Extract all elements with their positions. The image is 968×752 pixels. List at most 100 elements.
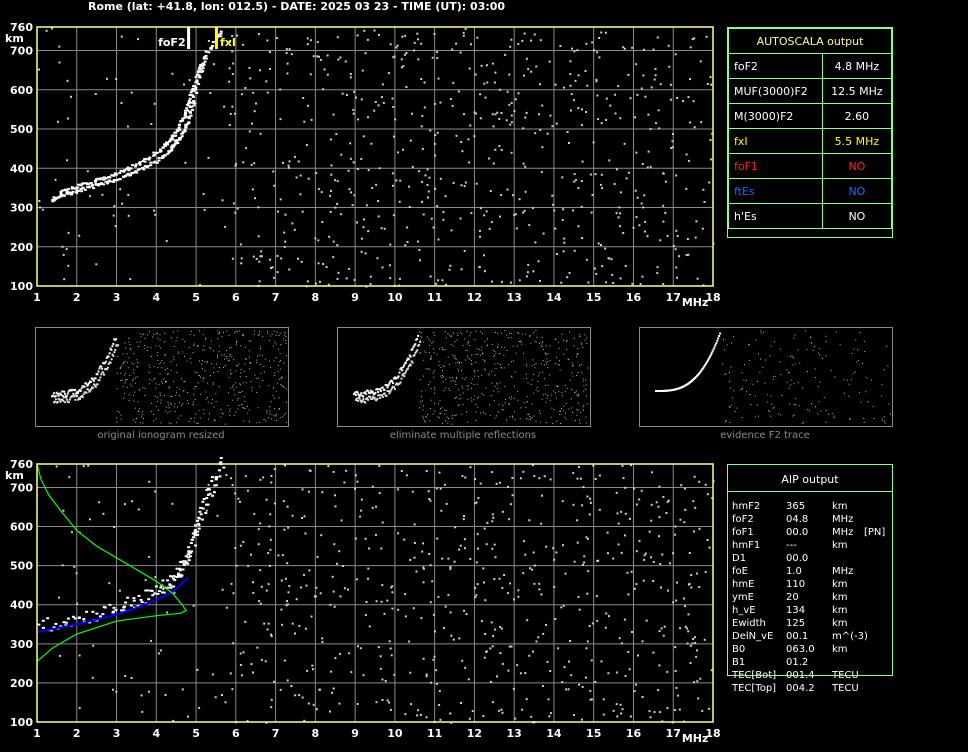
noise-dot <box>224 701 227 704</box>
thumbnail-dot <box>133 394 135 396</box>
trace-point <box>118 178 122 180</box>
aip-title-divider <box>728 491 892 492</box>
noise-dot <box>362 135 365 138</box>
thumbnail-dot <box>235 386 237 388</box>
noise-dot <box>224 225 227 228</box>
noise-dot <box>367 577 369 580</box>
thumbnail-dot <box>563 409 565 411</box>
thumbnail-dot <box>780 374 782 375</box>
thumbnail-dot <box>277 371 279 373</box>
noise-dot <box>617 522 620 525</box>
noise-dot <box>317 239 320 242</box>
trace-point <box>188 97 192 100</box>
noise-dot <box>239 664 242 666</box>
thumbnail-dot <box>128 337 130 339</box>
thumbnail-dot <box>760 330 762 332</box>
trace-point <box>156 592 160 595</box>
thumbnail-dot <box>734 411 736 413</box>
thumbnail-trace <box>110 358 113 361</box>
thumbnail-dot <box>158 409 159 411</box>
thumbnail-dot <box>775 375 777 377</box>
noise-dot <box>494 148 497 151</box>
thumbnail-dot <box>529 335 531 337</box>
noise-dot <box>621 708 624 711</box>
thumbnail-dot <box>530 417 532 419</box>
noise-dot <box>405 52 408 54</box>
noise-dot <box>610 258 613 261</box>
aip-name: TEC[Bot] <box>732 670 777 681</box>
noise-dot <box>234 492 237 495</box>
thumbnail-trace <box>379 397 382 399</box>
noise-dot <box>164 694 167 696</box>
noise-dot <box>449 568 452 571</box>
thumbnail-dot <box>116 417 118 419</box>
noise-dot <box>202 193 205 196</box>
noise-dot <box>488 227 491 230</box>
noise-dot <box>642 206 645 209</box>
noise-dot <box>439 718 442 721</box>
thumbnail-dot <box>467 421 468 423</box>
thumbnail-dot <box>568 408 570 410</box>
thumbnail-dot <box>544 352 546 354</box>
noise-dot <box>604 31 607 34</box>
thumbnail-dot <box>135 422 137 423</box>
noise-dot <box>235 564 238 567</box>
noise-dot <box>233 112 236 115</box>
trace-point <box>171 134 175 137</box>
thumbnail-dot <box>755 339 757 341</box>
thumbnail-dot <box>434 410 436 412</box>
noise-dot <box>425 470 428 472</box>
noise-dot <box>516 664 519 667</box>
thumbnail-dot <box>135 377 136 379</box>
thumbnail-trace <box>98 379 101 382</box>
trace-point <box>194 76 198 79</box>
thumbnail-dot <box>125 372 127 374</box>
noise-dot <box>433 33 436 35</box>
thumbnail-dot <box>491 343 493 345</box>
thumbnail-dot <box>260 372 262 374</box>
thumbnail-dot <box>587 367 589 369</box>
noise-dot <box>475 501 478 504</box>
x-tick-label: 9 <box>351 727 359 740</box>
thumbnail-dot <box>577 402 579 404</box>
noise-dot <box>248 66 251 69</box>
noise-dot <box>600 122 603 125</box>
noise-dot <box>239 500 241 503</box>
noise-dot <box>573 249 576 252</box>
thumbnail-trace <box>73 394 76 397</box>
thumbnail-dot <box>434 402 435 404</box>
thumbnail-dot <box>432 372 434 374</box>
thumbnail-dot <box>141 414 143 416</box>
noise-dot <box>297 160 300 163</box>
thumbnail-trace <box>397 375 400 378</box>
thumbnail-caption-evidence: evidence F2 trace <box>720 430 810 441</box>
thumbnail-dot <box>729 406 731 408</box>
noise-dot <box>658 535 660 538</box>
noise-dot <box>609 104 612 107</box>
noise-dot <box>338 550 341 553</box>
thumbnail-dot <box>429 340 431 342</box>
thumbnail-dot <box>214 419 216 421</box>
thumbnail-dot <box>196 371 198 373</box>
noise-dot <box>332 240 335 243</box>
thumbnail-dot <box>213 350 215 352</box>
noise-dot <box>449 97 452 100</box>
noise-dot <box>500 193 503 196</box>
noise-dot <box>498 88 501 91</box>
noise-dot <box>425 673 428 676</box>
noise-dot <box>229 672 232 675</box>
thumbnail-dot <box>283 338 285 340</box>
thumbnail-dot <box>193 421 195 423</box>
noise-dot <box>413 49 416 52</box>
thumbnail-dot <box>176 386 178 388</box>
noise-dot <box>263 622 266 625</box>
noise-dot <box>120 35 123 38</box>
noise-dot <box>386 699 389 702</box>
thumbnail-dot <box>579 365 581 366</box>
thumbnail-dot <box>239 376 241 378</box>
noise-dot <box>562 544 564 547</box>
noise-dot <box>347 169 350 172</box>
thumbnail-trace <box>71 388 74 391</box>
thumbnail-dot <box>542 371 544 373</box>
thumbnail-dot <box>555 391 556 393</box>
